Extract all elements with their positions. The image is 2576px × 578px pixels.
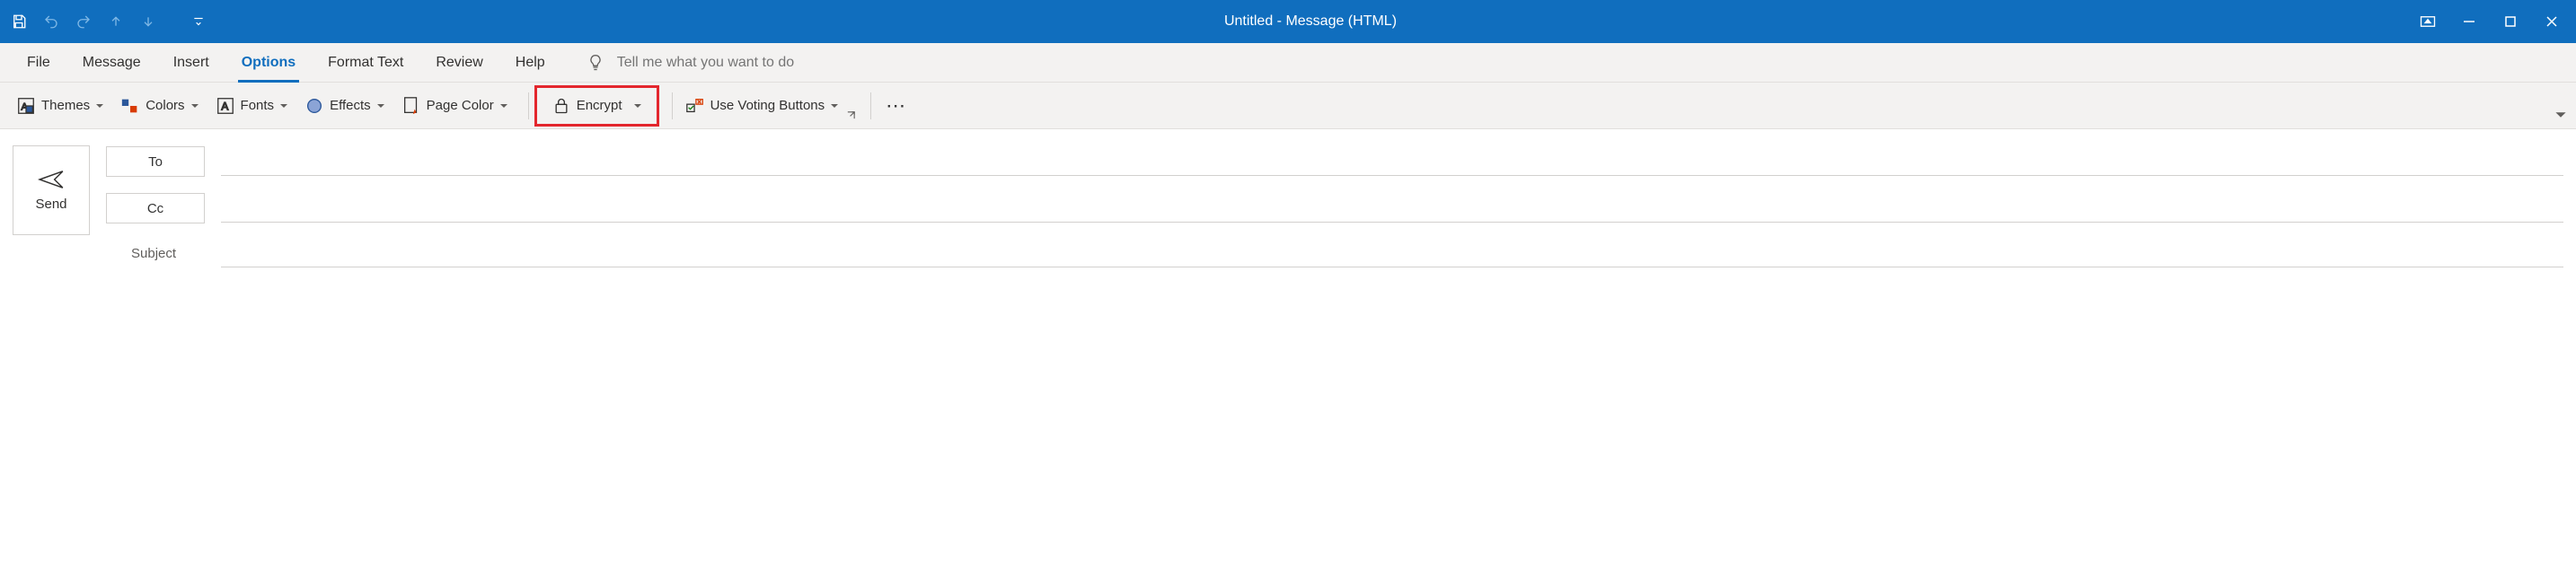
lock-icon bbox=[551, 96, 571, 116]
dialog-launcher-icon[interactable] bbox=[846, 110, 856, 123]
prev-item-icon[interactable] bbox=[101, 6, 131, 37]
encrypt-label: Encrypt bbox=[577, 98, 622, 113]
quick-access-toolbar bbox=[4, 6, 214, 37]
page-color-button[interactable]: Page Color bbox=[394, 90, 516, 122]
next-item-icon[interactable] bbox=[133, 6, 163, 37]
chevron-down-icon bbox=[279, 101, 288, 110]
tab-format-text[interactable]: Format Text bbox=[312, 43, 419, 82]
minimize-button[interactable] bbox=[2448, 6, 2490, 37]
page-color-icon bbox=[401, 96, 421, 116]
more-commands-button[interactable]: ⋯ bbox=[877, 94, 916, 118]
tab-file[interactable]: File bbox=[11, 43, 66, 82]
to-button[interactable]: To bbox=[106, 146, 205, 177]
colors-button[interactable]: Colors bbox=[113, 90, 206, 122]
tab-review[interactable]: Review bbox=[419, 43, 498, 82]
tab-message[interactable]: Message bbox=[66, 43, 157, 82]
compose-pane: Send To Cc Subject bbox=[0, 129, 2576, 284]
chevron-down-icon bbox=[376, 101, 385, 110]
themes-icon: A bbox=[16, 96, 36, 116]
tab-help[interactable]: Help bbox=[499, 43, 561, 82]
window-title: Untitled - Message (HTML) bbox=[214, 13, 2407, 30]
send-button[interactable]: Send bbox=[13, 145, 90, 235]
encrypt-button[interactable]: Encrypt bbox=[543, 90, 651, 122]
send-icon bbox=[38, 170, 65, 189]
effects-icon bbox=[304, 96, 324, 116]
ribbon-tabs: File Message Insert Options Format Text … bbox=[0, 43, 2576, 83]
subject-label: Subject bbox=[106, 246, 221, 261]
voting-label: Use Voting Buttons bbox=[710, 98, 825, 113]
redo-icon[interactable] bbox=[68, 6, 99, 37]
chevron-down-icon bbox=[190, 101, 199, 110]
tab-insert[interactable]: Insert bbox=[157, 43, 225, 82]
fonts-label: Fonts bbox=[241, 98, 275, 113]
chevron-down-icon bbox=[633, 101, 642, 110]
page-color-label: Page Color bbox=[427, 98, 494, 113]
tab-options[interactable]: Options bbox=[225, 43, 312, 82]
themes-label: Themes bbox=[41, 98, 90, 113]
themes-button[interactable]: A Themes bbox=[9, 90, 111, 122]
svg-text:A: A bbox=[221, 100, 228, 112]
ribbon-separator bbox=[528, 92, 529, 119]
effects-label: Effects bbox=[330, 98, 371, 113]
send-label: Send bbox=[35, 197, 66, 212]
save-icon[interactable] bbox=[4, 6, 34, 37]
encrypt-highlight: Encrypt bbox=[534, 85, 659, 127]
chevron-down-icon bbox=[830, 101, 839, 110]
ribbon-display-icon[interactable] bbox=[2407, 6, 2448, 37]
tell-me-search[interactable] bbox=[587, 54, 887, 72]
fonts-icon: A bbox=[216, 96, 235, 116]
undo-icon[interactable] bbox=[36, 6, 66, 37]
ribbon-separator bbox=[870, 92, 871, 119]
effects-button[interactable]: Effects bbox=[297, 90, 393, 122]
ribbon-options: A Themes Colors A Fonts Effects bbox=[0, 83, 2576, 129]
window-controls bbox=[2407, 6, 2572, 37]
fonts-button[interactable]: A Fonts bbox=[208, 90, 296, 122]
lightbulb-icon bbox=[587, 54, 604, 72]
voting-icon bbox=[685, 96, 705, 116]
customize-qat-icon[interactable] bbox=[183, 6, 214, 37]
ribbon-separator bbox=[672, 92, 673, 119]
chevron-down-icon bbox=[95, 101, 104, 110]
to-input[interactable] bbox=[221, 147, 2563, 176]
maximize-button[interactable] bbox=[2490, 6, 2531, 37]
voting-buttons-button[interactable]: Use Voting Buttons bbox=[678, 90, 847, 122]
tell-me-input[interactable] bbox=[617, 55, 887, 71]
colors-icon bbox=[120, 96, 140, 116]
colors-label: Colors bbox=[146, 98, 184, 113]
chevron-down-icon bbox=[499, 101, 508, 110]
cc-button[interactable]: Cc bbox=[106, 193, 205, 223]
cc-input[interactable] bbox=[221, 194, 2563, 223]
collapse-ribbon-icon[interactable] bbox=[2554, 109, 2567, 125]
close-button[interactable] bbox=[2531, 6, 2572, 37]
title-bar: Untitled - Message (HTML) bbox=[0, 0, 2576, 43]
subject-input[interactable] bbox=[221, 239, 2563, 267]
